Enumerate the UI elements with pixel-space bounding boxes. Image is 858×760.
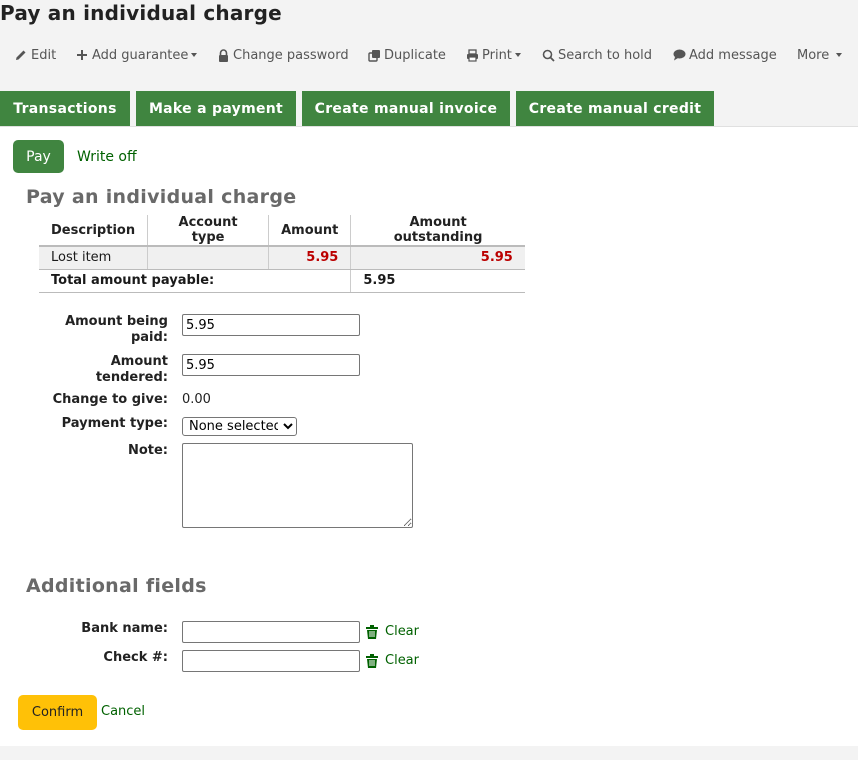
payment-type-label: Payment type: [61,416,168,431]
edit-button[interactable]: Edit [14,44,56,66]
patron-toolbar: Edit Add guarantee Change password Dupli… [0,44,858,66]
search-icon [541,48,555,62]
add-guarantee-button[interactable]: Add guarantee [75,44,198,66]
caret-down-icon [514,53,521,57]
caret-down-icon [191,53,198,57]
search-to-hold-label: Search to hold [558,47,653,63]
change-to-give-value: 0.00 [182,392,211,407]
print-button[interactable]: Print [465,44,521,66]
table-row: Lost item 5.95 5.95 [39,246,525,270]
tab-make-a-payment[interactable]: Make a payment [136,91,296,126]
column-header-account-type: Account type [147,215,270,247]
subtab-write-off[interactable]: Write off [77,140,137,173]
add-message-button[interactable]: Add message [672,44,777,66]
more-menu-button[interactable]: More [797,44,843,66]
change-password-label: Change password [233,47,349,63]
change-password-button[interactable]: Change password [216,44,349,66]
charges-table: Description Account type Amount Amount o… [39,215,525,293]
comment-icon [672,48,686,62]
plus-icon [75,48,89,62]
edit-label: Edit [31,47,57,63]
clear-label: Clear [385,624,419,639]
note-label: Note: [127,443,168,458]
search-to-hold-button[interactable]: Search to hold [541,44,652,66]
print-label: Print [482,47,512,63]
additional-fields-title: Additional fields [26,575,207,597]
copy-icon [367,48,381,62]
amount-paid-input[interactable] [182,314,360,336]
clear-bank-name-button[interactable]: Clear [366,624,419,639]
charge-outstanding: 5.95 [350,246,525,270]
change-to-give-label: Change to give: [52,392,168,407]
section-title: Pay an individual charge [26,186,297,208]
amount-tendered-input[interactable] [182,354,360,376]
duplicate-label: Duplicate [384,47,446,63]
trash-icon [366,653,379,668]
column-header-description: Description [39,215,149,247]
charge-amount: 5.95 [268,246,352,270]
bank-name-label: Bank name: [81,621,168,636]
amount-paid-label: Amount being paid: [65,314,168,345]
pencil-icon [14,48,28,62]
confirm-button[interactable]: Confirm [18,695,97,730]
charge-description: Lost item [39,246,149,270]
column-header-amount-outstanding: Amount outstanding [350,215,525,247]
check-number-label: Check #: [103,650,168,665]
table-total-row: Total amount payable: 5.95 [39,269,525,293]
tab-create-manual-credit[interactable]: Create manual credit [516,91,714,126]
lock-icon [216,48,230,62]
subtab-pay[interactable]: Pay [13,140,64,173]
printer-icon [465,48,479,62]
caret-down-icon [836,53,843,57]
page-footer-band [0,746,858,760]
amount-tendered-label: Amount tendered: [95,354,168,385]
add-message-label: Add message [689,47,777,63]
page-header: Pay an individual charge Edit Add guaran… [0,0,858,126]
duplicate-button[interactable]: Duplicate [367,44,446,66]
trash-icon [366,624,379,639]
clear-label: Clear [385,653,419,668]
account-tabs: Transactions Make a payment Create manua… [0,91,858,126]
bank-name-input[interactable] [182,621,360,643]
payment-type-select[interactable]: None selected [182,417,297,436]
tab-create-manual-invoice[interactable]: Create manual invoice [302,91,510,126]
page-title: Pay an individual charge [0,1,282,25]
table-header-row: Description Account type Amount Amount o… [39,215,525,247]
cancel-link[interactable]: Cancel [101,704,145,719]
payment-panel: Pay Write off Pay an individual charge D… [0,126,858,746]
total-label: Total amount payable: [39,269,351,293]
check-number-input[interactable] [182,650,360,672]
tab-transactions[interactable]: Transactions [0,91,130,126]
add-guarantee-label: Add guarantee [92,47,189,63]
more-label: More [797,47,830,63]
note-textarea[interactable] [182,443,413,528]
charge-account-type [147,246,270,270]
column-header-amount: Amount [268,215,352,247]
total-value: 5.95 [350,269,525,293]
clear-check-number-button[interactable]: Clear [366,653,419,668]
